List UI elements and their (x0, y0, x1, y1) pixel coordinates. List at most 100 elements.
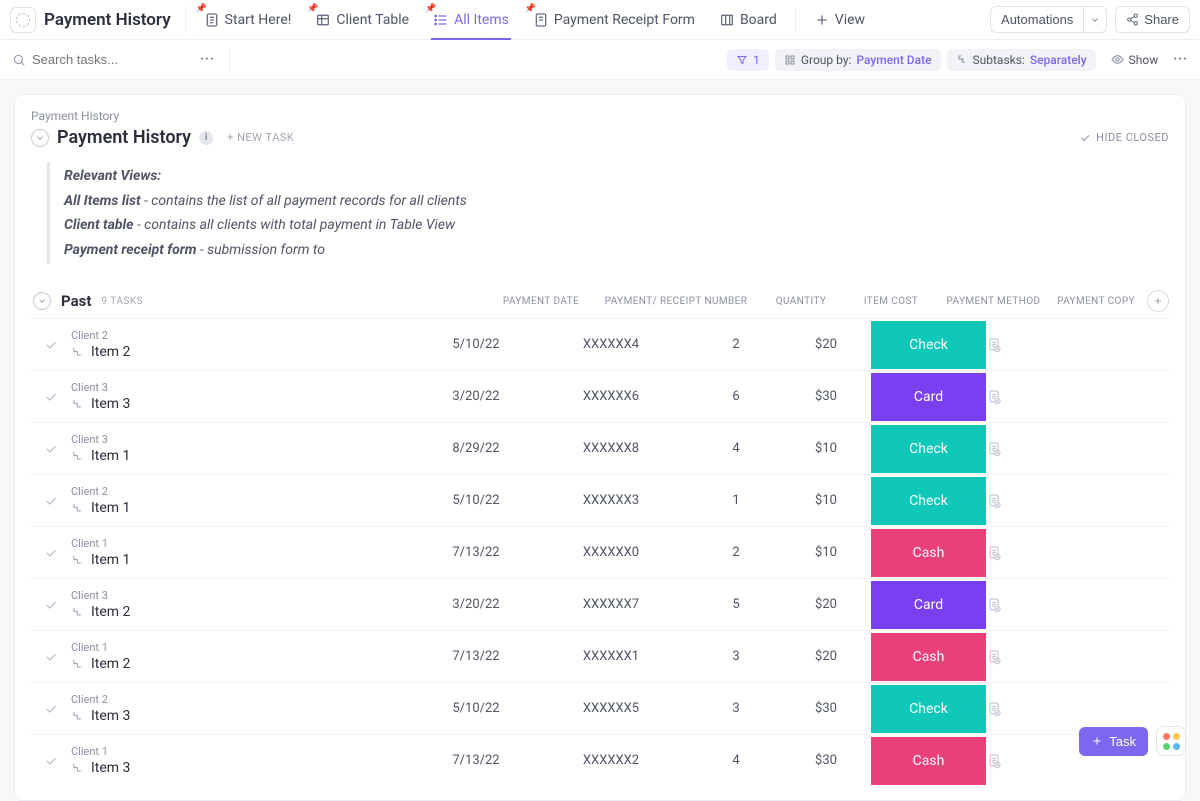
cell-method[interactable]: Check (871, 321, 986, 369)
hide-closed-toggle[interactable]: HIDE CLOSED (1079, 131, 1169, 144)
cell-method[interactable]: Cash (871, 737, 986, 785)
cell-receipt[interactable]: XXXXXX0 (531, 545, 691, 560)
cell-copy[interactable] (986, 545, 1076, 561)
table-row[interactable]: Client 3Item 18/29/22XXXXXX84$10Check (31, 422, 1169, 474)
cell-date[interactable]: 3/20/22 (421, 597, 531, 612)
cell-method[interactable]: Card (871, 581, 986, 629)
status-check-icon[interactable] (31, 546, 71, 560)
show-chip[interactable]: Show (1102, 49, 1168, 71)
cell-date[interactable]: 7/13/22 (421, 649, 531, 664)
cell-copy[interactable] (986, 649, 1076, 665)
cell-quantity[interactable]: 4 (691, 753, 781, 768)
cell-copy[interactable] (986, 753, 1076, 769)
group-collapse-toggle[interactable] (33, 292, 51, 310)
table-row[interactable]: Client 2Item 25/10/22XXXXXX42$20Check (31, 318, 1169, 370)
cell-date[interactable]: 7/13/22 (421, 545, 531, 560)
cell-receipt[interactable]: XXXXXX7 (531, 597, 691, 612)
cell-method[interactable]: Card (871, 373, 986, 421)
cell-copy[interactable] (986, 337, 1076, 353)
col-payment-date[interactable]: PAYMENT DATE (486, 296, 596, 307)
subtasks-chip[interactable]: Subtasks: Separately (947, 49, 1096, 71)
status-check-icon[interactable] (31, 390, 71, 404)
status-check-icon[interactable] (31, 702, 71, 716)
status-check-icon[interactable] (31, 650, 71, 664)
new-task-button[interactable]: + NEW TASK (227, 131, 294, 144)
status-check-icon[interactable] (31, 754, 71, 768)
cell-receipt[interactable]: XXXXXX6 (531, 389, 691, 404)
cell-cost[interactable]: $10 (781, 493, 871, 508)
table-row[interactable]: Client 1Item 27/13/22XXXXXX13$20Cash (31, 630, 1169, 682)
cell-copy[interactable] (986, 701, 1076, 717)
cell-quantity[interactable]: 1 (691, 493, 781, 508)
col-payment-method[interactable]: PAYMENT METHOD (936, 296, 1051, 307)
search-more-button[interactable]: ··· (200, 52, 215, 67)
collapse-toggle[interactable] (31, 129, 49, 147)
filter-more-button[interactable]: ··· (1173, 52, 1188, 67)
status-check-icon[interactable] (31, 598, 71, 612)
cell-date[interactable]: 3/20/22 (421, 389, 531, 404)
cell-receipt[interactable]: XXXXXX4 (531, 337, 691, 352)
cell-quantity[interactable]: 5 (691, 597, 781, 612)
cell-date[interactable]: 5/10/22 (421, 493, 531, 508)
tab-start-here[interactable]: 📌 Start Here! (192, 0, 304, 40)
cell-method[interactable]: Check (871, 477, 986, 525)
cell-copy[interactable] (986, 493, 1076, 509)
table-row[interactable]: Client 3Item 23/20/22XXXXXX75$20Card (31, 578, 1169, 630)
col-quantity[interactable]: QUANTITY (756, 296, 846, 307)
cell-cost[interactable]: $20 (781, 597, 871, 612)
cell-cost[interactable]: $20 (781, 649, 871, 664)
cell-quantity[interactable]: 4 (691, 441, 781, 456)
tab-board[interactable]: Board (707, 0, 789, 40)
cell-cost[interactable]: $30 (781, 701, 871, 716)
col-payment-copy[interactable]: PAYMENT COPY (1051, 296, 1141, 307)
cell-date[interactable]: 7/13/22 (421, 753, 531, 768)
table-row[interactable]: Client 1Item 37/13/22XXXXXX24$30Cash (31, 734, 1169, 786)
cell-cost[interactable]: $30 (781, 389, 871, 404)
status-check-icon[interactable] (31, 338, 71, 352)
cell-cost[interactable]: $10 (781, 545, 871, 560)
tab-payment-receipt-form[interactable]: 📌 Payment Receipt Form (521, 0, 707, 40)
cell-quantity[interactable]: 6 (691, 389, 781, 404)
cell-receipt[interactable]: XXXXXX8 (531, 441, 691, 456)
automations-button[interactable]: Automations (990, 6, 1083, 33)
add-column-button[interactable] (1147, 290, 1169, 312)
col-receipt-number[interactable]: PAYMENT/ RECEIPT NUMBER (596, 296, 756, 307)
cell-quantity[interactable]: 2 (691, 545, 781, 560)
col-item-cost[interactable]: ITEM COST (846, 296, 936, 307)
cell-receipt[interactable]: XXXXXX3 (531, 493, 691, 508)
table-row[interactable]: Client 3Item 33/20/22XXXXXX66$30Card (31, 370, 1169, 422)
cell-receipt[interactable]: XXXXXX5 (531, 701, 691, 716)
cell-receipt[interactable]: XXXXXX1 (531, 649, 691, 664)
automations-dropdown[interactable] (1083, 6, 1107, 33)
status-check-icon[interactable] (31, 494, 71, 508)
cell-cost[interactable]: $10 (781, 441, 871, 456)
cell-copy[interactable] (986, 389, 1076, 405)
filter-count-chip[interactable]: 1 (727, 49, 769, 71)
workspace-icon[interactable] (10, 7, 36, 33)
tab-all-items[interactable]: 📌 All Items (421, 0, 521, 40)
search-input[interactable] (32, 52, 172, 67)
cell-receipt[interactable]: XXXXXX2 (531, 753, 691, 768)
cell-method[interactable]: Check (871, 425, 986, 473)
group-by-chip[interactable]: Group by: Payment Date (775, 49, 941, 71)
tab-add-view[interactable]: View (802, 0, 877, 40)
apps-launcher[interactable] (1156, 726, 1186, 756)
cell-method[interactable]: Cash (871, 529, 986, 577)
table-row[interactable]: Client 2Item 35/10/22XXXXXX53$30Check (31, 682, 1169, 734)
cell-copy[interactable] (986, 597, 1076, 613)
new-task-fab[interactable]: Task (1079, 727, 1148, 756)
cell-method[interactable]: Cash (871, 633, 986, 681)
cell-quantity[interactable]: 2 (691, 337, 781, 352)
cell-quantity[interactable]: 3 (691, 649, 781, 664)
share-button[interactable]: Share (1115, 6, 1190, 33)
cell-cost[interactable]: $20 (781, 337, 871, 352)
cell-date[interactable]: 5/10/22 (421, 337, 531, 352)
info-icon[interactable]: i (199, 131, 213, 145)
table-row[interactable]: Client 1Item 17/13/22XXXXXX02$10Cash (31, 526, 1169, 578)
cell-date[interactable]: 5/10/22 (421, 701, 531, 716)
cell-date[interactable]: 8/29/22 (421, 441, 531, 456)
cell-method[interactable]: Check (871, 685, 986, 733)
cell-copy[interactable] (986, 441, 1076, 457)
status-check-icon[interactable] (31, 442, 71, 456)
tab-client-table[interactable]: 📌 Client Table (303, 0, 421, 40)
